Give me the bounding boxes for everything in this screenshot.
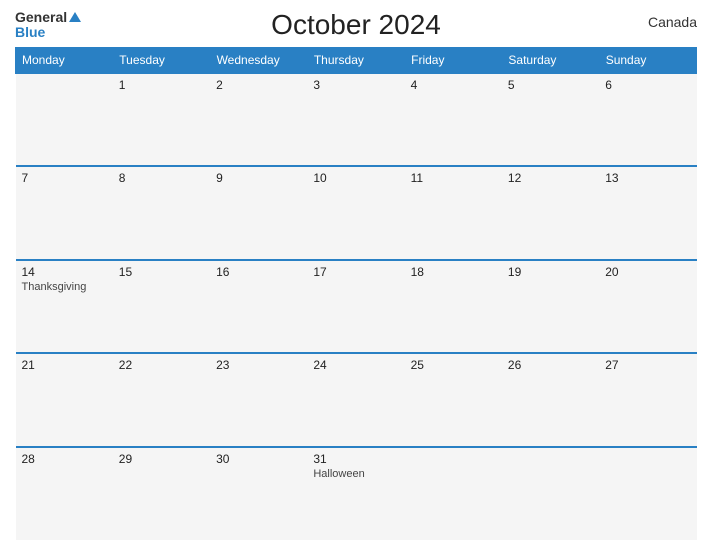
calendar-cell: 26 bbox=[502, 353, 599, 446]
calendar-cell: 16 bbox=[210, 260, 307, 353]
day-number: 26 bbox=[508, 358, 593, 372]
logo: General Blue bbox=[15, 10, 81, 41]
day-event: Halloween bbox=[313, 468, 398, 480]
calendar-cell: 11 bbox=[405, 166, 502, 259]
day-number: 2 bbox=[216, 78, 301, 92]
calendar-cell: 5 bbox=[502, 73, 599, 166]
logo-blue-text: Blue bbox=[15, 25, 45, 40]
calendar-cell bbox=[405, 447, 502, 540]
day-number: 28 bbox=[22, 452, 107, 466]
calendar-cell: 15 bbox=[113, 260, 210, 353]
calendar-cell: 14 Thanksgiving bbox=[16, 260, 113, 353]
col-header-monday: Monday bbox=[16, 47, 113, 73]
day-number: 16 bbox=[216, 265, 301, 279]
calendar-cell bbox=[16, 73, 113, 166]
day-number: 22 bbox=[119, 358, 204, 372]
day-number: 18 bbox=[411, 265, 496, 279]
calendar-cell: 1 bbox=[113, 73, 210, 166]
day-number: 19 bbox=[508, 265, 593, 279]
day-number: 24 bbox=[313, 358, 398, 372]
calendar-cell bbox=[599, 447, 696, 540]
calendar-week-row: 21 22 23 24 25 26 27 bbox=[16, 353, 697, 446]
day-number: 29 bbox=[119, 452, 204, 466]
day-number: 12 bbox=[508, 171, 593, 185]
day-number: 1 bbox=[119, 78, 204, 92]
calendar-cell: 24 bbox=[307, 353, 404, 446]
calendar-week-row: 123456 bbox=[16, 73, 697, 166]
day-number: 15 bbox=[119, 265, 204, 279]
day-number: 4 bbox=[411, 78, 496, 92]
calendar-cell: 12 bbox=[502, 166, 599, 259]
col-header-wednesday: Wednesday bbox=[210, 47, 307, 73]
day-event: Thanksgiving bbox=[22, 281, 107, 293]
calendar-cell: 29 bbox=[113, 447, 210, 540]
calendar-cell: 7 bbox=[16, 166, 113, 259]
calendar-cell: 30 bbox=[210, 447, 307, 540]
day-number: 10 bbox=[313, 171, 398, 185]
calendar-header: General Blue October 2024 Canada bbox=[15, 10, 697, 41]
calendar-week-row: 14 Thanksgiving 15 16 17 18 19 20 bbox=[16, 260, 697, 353]
day-number: 13 bbox=[605, 171, 690, 185]
calendar-cell: 3 bbox=[307, 73, 404, 166]
day-number: 3 bbox=[313, 78, 398, 92]
day-number: 6 bbox=[605, 78, 690, 92]
month-title: October 2024 bbox=[271, 9, 441, 41]
calendar-wrapper: General Blue October 2024 Canada MondayT… bbox=[0, 0, 712, 550]
country-label: Canada bbox=[648, 14, 697, 30]
day-number: 14 bbox=[22, 265, 107, 279]
calendar-cell bbox=[502, 447, 599, 540]
day-number: 9 bbox=[216, 171, 301, 185]
calendar-cell: 25 bbox=[405, 353, 502, 446]
calendar-cell: 19 bbox=[502, 260, 599, 353]
calendar-cell: 23 bbox=[210, 353, 307, 446]
day-number: 31 bbox=[313, 452, 398, 466]
calendar-cell: 18 bbox=[405, 260, 502, 353]
day-number: 25 bbox=[411, 358, 496, 372]
calendar-cell: 8 bbox=[113, 166, 210, 259]
day-number: 23 bbox=[216, 358, 301, 372]
calendar-cell: 20 bbox=[599, 260, 696, 353]
calendar-cell: 28 bbox=[16, 447, 113, 540]
calendar-week-row: 789 10 11 12 13 bbox=[16, 166, 697, 259]
day-number: 21 bbox=[22, 358, 107, 372]
calendar-cell: 9 bbox=[210, 166, 307, 259]
day-number: 5 bbox=[508, 78, 593, 92]
col-header-tuesday: Tuesday bbox=[113, 47, 210, 73]
calendar-cell: 10 bbox=[307, 166, 404, 259]
day-number: 30 bbox=[216, 452, 301, 466]
calendar-cell: 2 bbox=[210, 73, 307, 166]
logo-triangle-icon bbox=[69, 12, 81, 22]
calendar-header-row: MondayTuesdayWednesdayThursdayFridaySatu… bbox=[16, 47, 697, 73]
calendar-cell: 22 bbox=[113, 353, 210, 446]
calendar-cell: 4 bbox=[405, 73, 502, 166]
col-header-thursday: Thursday bbox=[307, 47, 404, 73]
day-number: 7 bbox=[22, 171, 107, 185]
day-number: 11 bbox=[411, 171, 496, 185]
calendar-cell: 21 bbox=[16, 353, 113, 446]
calendar-cell: 6 bbox=[599, 73, 696, 166]
calendar-week-row: 28 29 30 31 Halloween bbox=[16, 447, 697, 540]
calendar-table: MondayTuesdayWednesdayThursdayFridaySatu… bbox=[15, 47, 697, 540]
day-number: 20 bbox=[605, 265, 690, 279]
col-header-friday: Friday bbox=[405, 47, 502, 73]
calendar-cell: 17 bbox=[307, 260, 404, 353]
day-number: 27 bbox=[605, 358, 690, 372]
col-header-saturday: Saturday bbox=[502, 47, 599, 73]
calendar-cell: 13 bbox=[599, 166, 696, 259]
logo-general-text: General bbox=[15, 10, 67, 25]
day-number: 8 bbox=[119, 171, 204, 185]
col-header-sunday: Sunday bbox=[599, 47, 696, 73]
day-number: 17 bbox=[313, 265, 398, 279]
calendar-cell: 31 Halloween bbox=[307, 447, 404, 540]
calendar-cell: 27 bbox=[599, 353, 696, 446]
